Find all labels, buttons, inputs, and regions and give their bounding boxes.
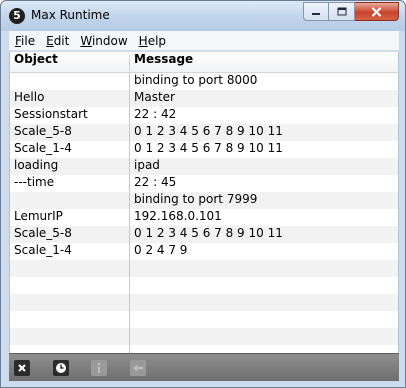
message-cell: 0 1 2 3 4 5 6 7 8 9 10 11 <box>134 141 283 155</box>
table-row[interactable] <box>10 277 398 294</box>
menu-help-label: elp <box>147 33 167 48</box>
back-button[interactable] <box>130 360 146 376</box>
message-cell: binding to port 7999 <box>134 192 258 206</box>
table-row[interactable]: Scale_1-4 0 1 2 3 4 5 6 7 8 9 10 11 <box>10 141 398 158</box>
table-row[interactable] <box>10 328 398 345</box>
timestamp-button[interactable] <box>53 360 69 376</box>
column-header-object[interactable]: Object <box>14 52 58 73</box>
caption-buttons <box>303 2 399 21</box>
table-row[interactable] <box>10 260 398 277</box>
menu-bar: File Edit Window Help <box>9 31 399 51</box>
table-row[interactable]: LemurIP 192.168.0.101 <box>10 209 398 226</box>
close-icon <box>371 6 382 17</box>
object-cell: ---time <box>14 175 55 189</box>
info-button[interactable] <box>91 360 107 376</box>
menu-edit-label: dit <box>53 33 70 48</box>
app-window: 5 Max Runtime File Edit Window Help Obje… <box>0 0 406 388</box>
table-row[interactable]: ---time 22 : 45 <box>10 175 398 192</box>
menu-help-mnemonic: H <box>138 33 148 48</box>
table-row[interactable]: loading ipad <box>10 158 398 175</box>
menu-window-mnemonic: W <box>80 33 92 48</box>
max-app-icon: 5 <box>9 8 25 24</box>
message-cell: 22 : 42 <box>134 107 177 121</box>
message-cell: 22 : 45 <box>134 175 177 189</box>
maximize-button[interactable] <box>329 2 355 21</box>
table-header: Object Message <box>10 52 398 73</box>
message-cell: Master <box>134 90 175 104</box>
minimize-button[interactable] <box>303 2 329 21</box>
menu-file[interactable]: File <box>9 34 40 48</box>
menu-edit-mnemonic: E <box>46 33 54 48</box>
info-icon <box>97 362 101 373</box>
message-table[interactable]: Object Message binding to port 8000 Hello… <box>9 52 399 353</box>
message-cell: 0 1 2 3 4 5 6 7 8 9 10 11 <box>134 226 283 240</box>
object-cell: Scale_5-8 <box>14 124 72 138</box>
window-title: Max Runtime <box>31 8 110 22</box>
clock-icon <box>56 363 66 373</box>
clear-icon <box>18 364 26 372</box>
column-separator-line <box>129 73 130 353</box>
menu-file-label: ile <box>21 33 36 48</box>
object-cell: Scale_1-4 <box>14 141 72 155</box>
table-row[interactable] <box>10 294 398 311</box>
message-cell: ipad <box>134 158 160 172</box>
maximize-icon <box>337 7 346 16</box>
table-body: binding to port 8000 Hello Master Sessionst… <box>10 73 398 345</box>
column-divider[interactable] <box>129 54 130 71</box>
table-row[interactable] <box>10 311 398 328</box>
table-row[interactable]: binding to port 7999 <box>10 192 398 209</box>
clear-button[interactable] <box>14 360 30 376</box>
object-cell: Scale_5-8 <box>14 226 72 240</box>
close-button[interactable] <box>355 2 399 21</box>
minimize-icon <box>312 12 320 15</box>
bottom-toolbar <box>9 353 399 381</box>
object-cell: loading <box>14 158 59 172</box>
table-row[interactable]: binding to port 8000 <box>10 73 398 90</box>
message-cell: 0 2 4 7 9 <box>134 243 188 257</box>
menu-window-label: indow <box>91 33 128 48</box>
table-row[interactable]: Scale_5-8 0 1 2 3 4 5 6 7 8 9 10 11 <box>10 226 398 243</box>
message-cell: binding to port 8000 <box>134 73 258 87</box>
table-row[interactable]: Hello Master <box>10 90 398 107</box>
object-cell: Sessionstart <box>14 107 88 121</box>
menu-help[interactable]: Help <box>133 34 171 48</box>
menu-edit[interactable]: Edit <box>40 34 74 48</box>
column-header-message[interactable]: Message <box>134 52 193 73</box>
object-cell: Hello <box>14 90 45 104</box>
object-cell: Scale_1-4 <box>14 243 72 257</box>
message-cell: 192.168.0.101 <box>134 209 222 223</box>
arrow-left-icon <box>133 364 143 372</box>
table-row[interactable]: Sessionstart 22 : 42 <box>10 107 398 124</box>
object-cell: LemurIP <box>14 209 63 223</box>
menu-window[interactable]: Window <box>74 34 132 48</box>
table-row[interactable]: Scale_5-8 0 1 2 3 4 5 6 7 8 9 10 11 <box>10 124 398 141</box>
title-bar[interactable]: 5 Max Runtime <box>1 1 405 31</box>
table-row[interactable]: Scale_1-4 0 2 4 7 9 <box>10 243 398 260</box>
message-cell: 0 1 2 3 4 5 6 7 8 9 10 11 <box>134 124 283 138</box>
